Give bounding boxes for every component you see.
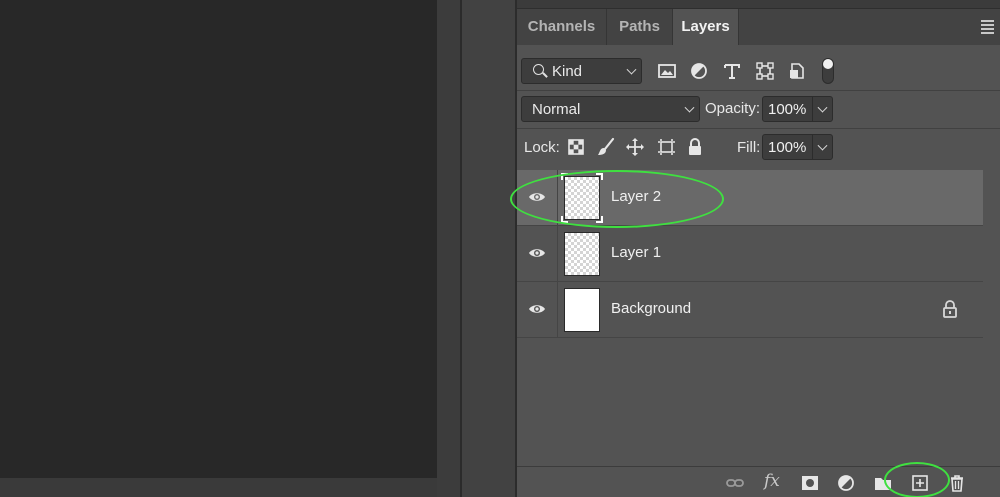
document-canvas	[0, 0, 437, 478]
opacity-value: 100%	[768, 101, 807, 118]
fill-label: Fill:	[737, 139, 761, 156]
lock-all-icon[interactable]	[685, 137, 705, 157]
fill-dropdown[interactable]	[812, 135, 832, 159]
chevron-down-icon	[817, 102, 828, 113]
new-group-icon[interactable]	[873, 474, 893, 492]
search-icon	[533, 64, 544, 75]
panel-tab-bar: Channels Paths Layers	[517, 9, 1000, 45]
blend-mode-value: Normal	[532, 101, 581, 118]
tab-layers[interactable]: Layers	[673, 9, 739, 45]
chevron-down-icon	[817, 140, 828, 151]
eye-icon[interactable]	[528, 302, 546, 316]
visibility-toggle[interactable]	[517, 282, 558, 337]
opacity-label: Opacity:	[705, 100, 761, 117]
layer-thumbnail[interactable]	[564, 232, 600, 276]
lock-transparent-pixels-icon[interactable]	[566, 137, 586, 157]
eye-icon[interactable]	[528, 190, 546, 204]
layer-row-layer-1[interactable]: Layer 1	[517, 226, 983, 282]
lock-artboard-icon[interactable]	[656, 137, 676, 157]
layer-mask-icon[interactable]	[800, 474, 820, 492]
row-divider	[517, 128, 1000, 129]
row-divider	[517, 90, 1000, 91]
new-layer-icon[interactable]	[910, 474, 930, 492]
layer-row-layer-2[interactable]: Layer 2	[517, 170, 983, 226]
layers-scrollbar[interactable]	[983, 170, 1000, 465]
toggle-knob	[823, 59, 833, 69]
layers-bottom-toolbar: fx	[517, 466, 1000, 497]
layer-thumbnail[interactable]	[561, 173, 603, 223]
visibility-toggle[interactable]	[517, 226, 558, 281]
image-filter-icon[interactable]	[657, 61, 677, 81]
layer-name[interactable]: Background	[611, 300, 691, 317]
filter-kind-label: Kind	[552, 63, 583, 80]
blend-mode-select[interactable]: Normal	[521, 96, 700, 122]
panel-menu-icon[interactable]	[981, 20, 994, 36]
layer-row-background[interactable]: Background	[517, 282, 983, 338]
opacity-dropdown[interactable]	[812, 97, 832, 121]
tab-paths[interactable]: Paths	[607, 9, 673, 45]
tab-channels[interactable]: Channels	[517, 9, 607, 45]
type-filter-icon[interactable]	[722, 61, 742, 81]
smart-object-filter-icon[interactable]	[787, 61, 807, 81]
lock-label: Lock:	[524, 139, 560, 156]
chevron-down-icon	[684, 102, 695, 113]
adjustment-filter-icon[interactable]	[689, 61, 709, 81]
shape-filter-icon[interactable]	[755, 61, 775, 81]
filter-kind-select[interactable]: Kind	[521, 58, 642, 84]
opacity-field[interactable]: 100%	[762, 96, 833, 122]
layer-name[interactable]: Layer 1	[611, 244, 661, 261]
link-layers-icon[interactable]	[725, 474, 745, 492]
panel-dock-strip	[437, 0, 460, 497]
fill-field[interactable]: 100%	[762, 134, 833, 160]
lock-image-pixels-icon[interactable]	[596, 137, 616, 157]
eye-icon[interactable]	[528, 246, 546, 260]
layer-thumbnail[interactable]	[564, 288, 600, 332]
layer-name[interactable]: Layer 2	[611, 188, 661, 205]
collapsed-panel-strip	[462, 0, 515, 497]
filter-toggle[interactable]	[822, 58, 834, 84]
canvas-status-bar	[0, 478, 460, 497]
lock-icon[interactable]	[942, 300, 958, 318]
delete-layer-icon[interactable]	[947, 474, 967, 492]
panel-header-strip	[517, 0, 1000, 9]
fill-value: 100%	[768, 139, 807, 156]
lock-position-icon[interactable]	[625, 137, 645, 157]
visibility-toggle[interactable]	[517, 170, 558, 225]
layer-style-icon[interactable]: fx	[764, 471, 780, 491]
adjustment-layer-icon[interactable]	[837, 474, 857, 492]
layers-panel: Channels Paths Layers Kind Normal Opacit…	[517, 0, 1000, 497]
chevron-down-icon	[626, 64, 637, 75]
